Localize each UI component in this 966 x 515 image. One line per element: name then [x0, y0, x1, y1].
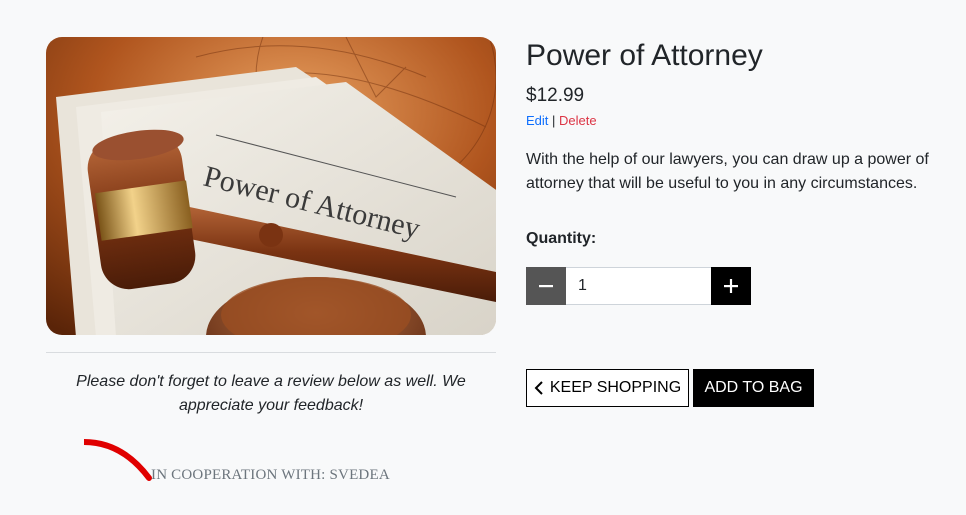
minus-icon [539, 285, 553, 288]
quantity-label: Quantity: [526, 230, 597, 247]
product-detail-page: Power of Attorney Please don't forget to… [0, 0, 966, 515]
keep-shopping-label: KEEP SHOPPING [549, 379, 682, 396]
admin-links: Edit | Delete [526, 113, 597, 129]
keep-shopping-button[interactable]: KEEP SHOPPING [526, 369, 689, 407]
cooperation-banner: IN COOPERATION WITH: SVEDEA [84, 436, 424, 486]
chevron-left-icon [534, 381, 544, 395]
add-to-bag-label: ADD TO BAG [704, 379, 803, 396]
product-price: $12.99 [526, 85, 585, 106]
section-divider [46, 352, 496, 353]
product-image: Power of Attorney [46, 37, 496, 335]
product-description: With the help of our lawyers, you can dr… [526, 151, 929, 192]
quantity-stepper [526, 267, 751, 305]
cooperation-text: IN COOPERATION WITH: SVEDEA [151, 467, 390, 483]
add-to-bag-button[interactable]: ADD TO BAG [693, 369, 814, 407]
review-reminder: Please don't forget to leave a review be… [76, 373, 466, 414]
admin-separator: | [552, 113, 556, 128]
increment-quantity-button[interactable] [711, 267, 751, 305]
product-title: Power of Attorney [526, 39, 763, 72]
decrement-quantity-button[interactable] [526, 267, 566, 305]
plus-icon [724, 279, 738, 293]
quantity-input[interactable] [566, 267, 711, 305]
edit-link[interactable]: Edit [526, 113, 548, 128]
delete-link[interactable]: Delete [559, 113, 597, 128]
